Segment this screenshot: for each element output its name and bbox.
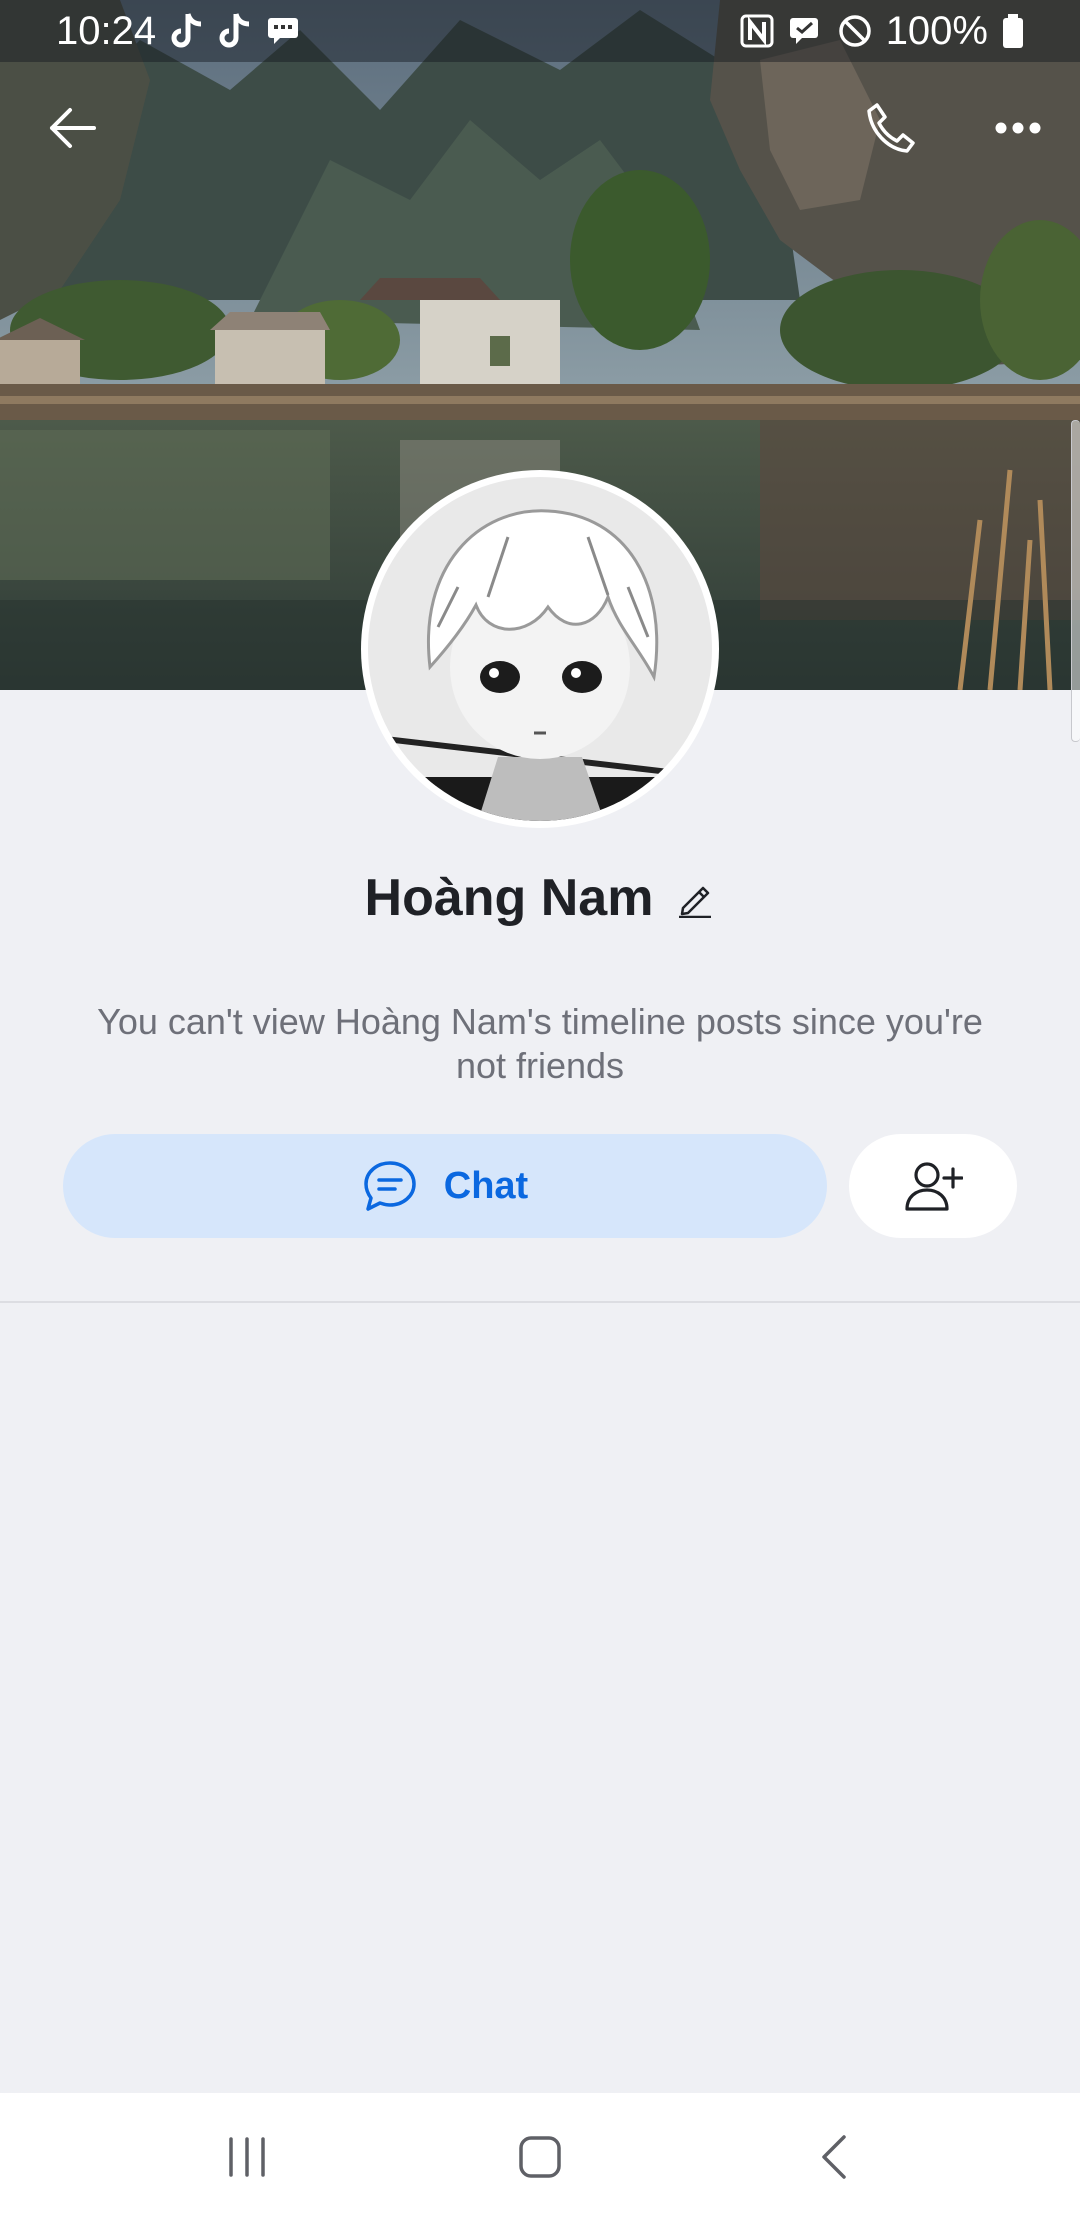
system-nav-bar bbox=[0, 2093, 1080, 2220]
status-right: 100% bbox=[740, 9, 1024, 54]
scroll-handle[interactable] bbox=[1071, 420, 1080, 742]
recents-icon bbox=[228, 2136, 265, 2177]
tiktok-icon bbox=[218, 12, 252, 50]
status-time: 10:24 bbox=[56, 8, 157, 53]
phone-icon bbox=[867, 103, 915, 153]
more-button[interactable] bbox=[980, 90, 1056, 166]
arrow-left-icon bbox=[50, 108, 96, 148]
profile-name: Hoàng Nam bbox=[364, 869, 654, 927]
section-divider bbox=[0, 1301, 1080, 1303]
rcs-icon bbox=[788, 16, 824, 46]
back-button[interactable] bbox=[34, 90, 110, 166]
chat-button[interactable]: Chat bbox=[63, 1134, 827, 1238]
call-button[interactable] bbox=[852, 90, 928, 166]
more-horizontal-icon bbox=[995, 122, 1041, 134]
add-friend-icon bbox=[905, 1162, 963, 1211]
avatar-image bbox=[368, 477, 712, 821]
battery-percent: 100% bbox=[885, 8, 988, 53]
home-icon bbox=[519, 2135, 561, 2178]
profile-screen: 10:24 100% Hoàng Nam You can't view Hoàn… bbox=[0, 0, 1080, 2220]
chat-button-label: Chat bbox=[443, 1164, 529, 1207]
message-notification-icon bbox=[266, 16, 300, 46]
add-friend-button[interactable] bbox=[849, 1134, 1017, 1238]
status-left: 10:24 bbox=[56, 9, 300, 54]
status-bar: 10:24 100% bbox=[0, 0, 1080, 62]
recents-button[interactable] bbox=[187, 2107, 307, 2207]
nfc-icon bbox=[740, 14, 774, 48]
chat-bubble-icon bbox=[364, 1161, 416, 1211]
battery-icon bbox=[1002, 14, 1024, 48]
back-chevron-icon bbox=[822, 2134, 847, 2179]
system-back-button[interactable] bbox=[773, 2107, 893, 2207]
tiktok-icon bbox=[170, 12, 204, 50]
do-not-disturb-icon bbox=[838, 14, 872, 48]
home-button[interactable] bbox=[480, 2107, 600, 2207]
pencil-icon[interactable] bbox=[675, 878, 715, 918]
avatar[interactable] bbox=[361, 470, 719, 828]
profile-name-row: Hoàng Nam bbox=[0, 868, 1080, 928]
not-friends-notice: You can't view Hoàng Nam's timeline post… bbox=[97, 1001, 983, 1086]
